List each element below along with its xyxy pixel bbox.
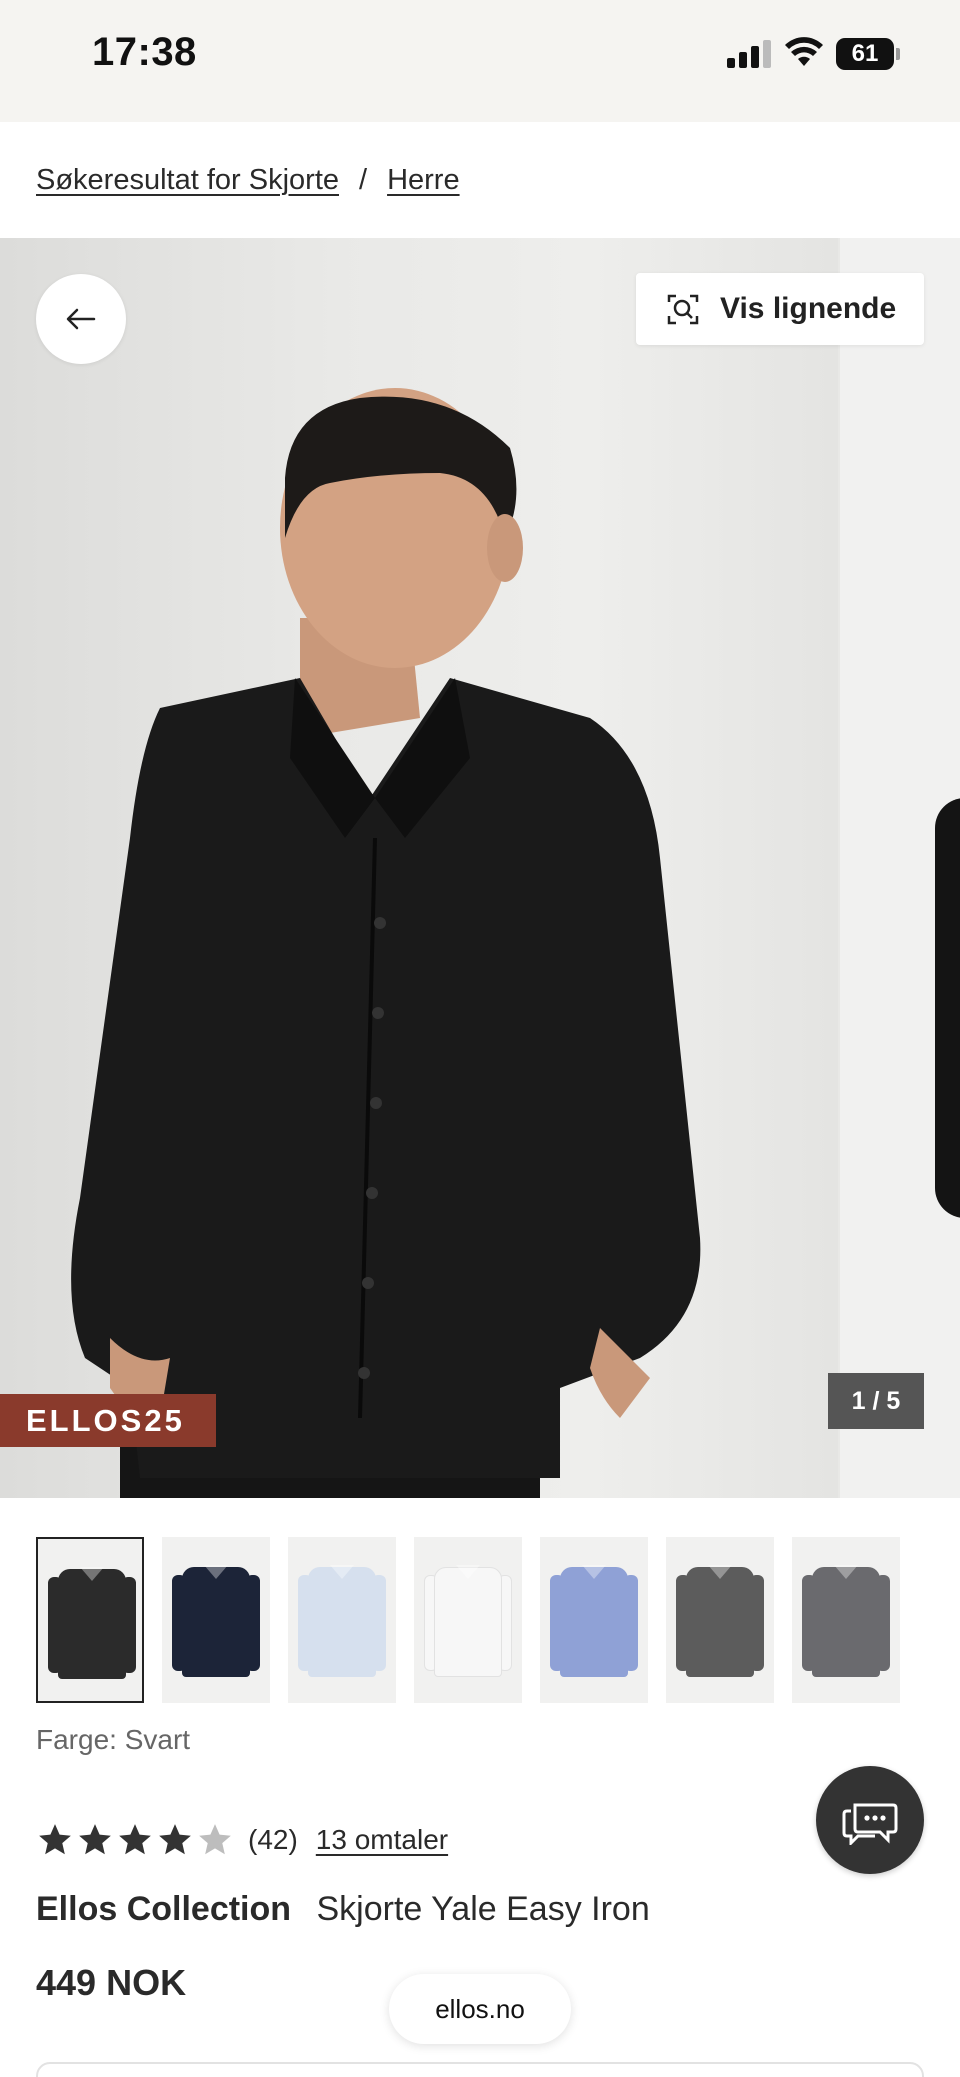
battery-icon: 61 [836, 38, 900, 70]
product-image[interactable] [0, 238, 838, 1498]
color-thumbnail[interactable] [414, 1537, 522, 1703]
chat-bubbles-icon [842, 1803, 898, 1845]
star-filled-icon [159, 1824, 191, 1855]
star-filled-icon [119, 1824, 151, 1855]
color-thumbnail[interactable] [36, 1537, 144, 1703]
browser-url-pill[interactable]: ellos.no [389, 1974, 571, 2044]
breadcrumb-search-results[interactable]: Søkeresultat for Skjorte [36, 164, 339, 197]
star-filled-icon [39, 1824, 71, 1855]
breadcrumb: Søkeresultat for Skjorte / Herre [36, 158, 460, 202]
star-filled-icon [79, 1824, 111, 1855]
image-counter: 1 / 5 [828, 1373, 924, 1429]
star-empty-icon [199, 1824, 231, 1855]
color-thumbnail[interactable] [666, 1537, 774, 1703]
color-thumbnail[interactable] [540, 1537, 648, 1703]
rating-row: (42) 13 omtaler [36, 1818, 448, 1862]
reviews-link[interactable]: 13 omtaler [316, 1824, 448, 1856]
product-title: Ellos Collection Skjorte Yale Easy Iron [36, 1890, 650, 1929]
next-section-card [36, 2062, 924, 2077]
star-rating [36, 1821, 234, 1859]
status-bar: 17:38 61 [0, 0, 960, 122]
color-label: Farge: Svart [36, 1724, 191, 1755]
breadcrumb-separator: / [359, 163, 368, 196]
visual-search-icon [667, 294, 699, 325]
show-similar-label: Vis lignende [720, 292, 897, 325]
promo-code-badge: ELLOS25 [0, 1394, 216, 1447]
status-time: 17:38 [92, 30, 197, 74]
breadcrumb-herre[interactable]: Herre [387, 164, 460, 197]
color-thumbnail[interactable] [162, 1537, 270, 1703]
chat-button[interactable] [816, 1766, 924, 1874]
color-thumbnails [36, 1537, 900, 1703]
model-wearing-shirt-image [71, 388, 701, 1498]
product-brand: Ellos Collection [36, 1890, 292, 1928]
wifi-icon [784, 36, 824, 68]
rating-count: (42) [248, 1824, 298, 1855]
back-button[interactable] [36, 274, 126, 364]
product-price: 449 NOK [36, 1962, 187, 2003]
show-similar-button[interactable]: Vis lignende [636, 273, 924, 345]
color-thumbnail[interactable] [288, 1537, 396, 1703]
arrow-left-icon [66, 308, 96, 330]
signal-icon [727, 40, 771, 68]
product-image-gallery[interactable] [0, 238, 960, 1498]
battery-level: 61 [836, 38, 894, 70]
color-thumbnail[interactable] [792, 1537, 900, 1703]
product-name: Skjorte Yale Easy Iron [316, 1890, 650, 1928]
